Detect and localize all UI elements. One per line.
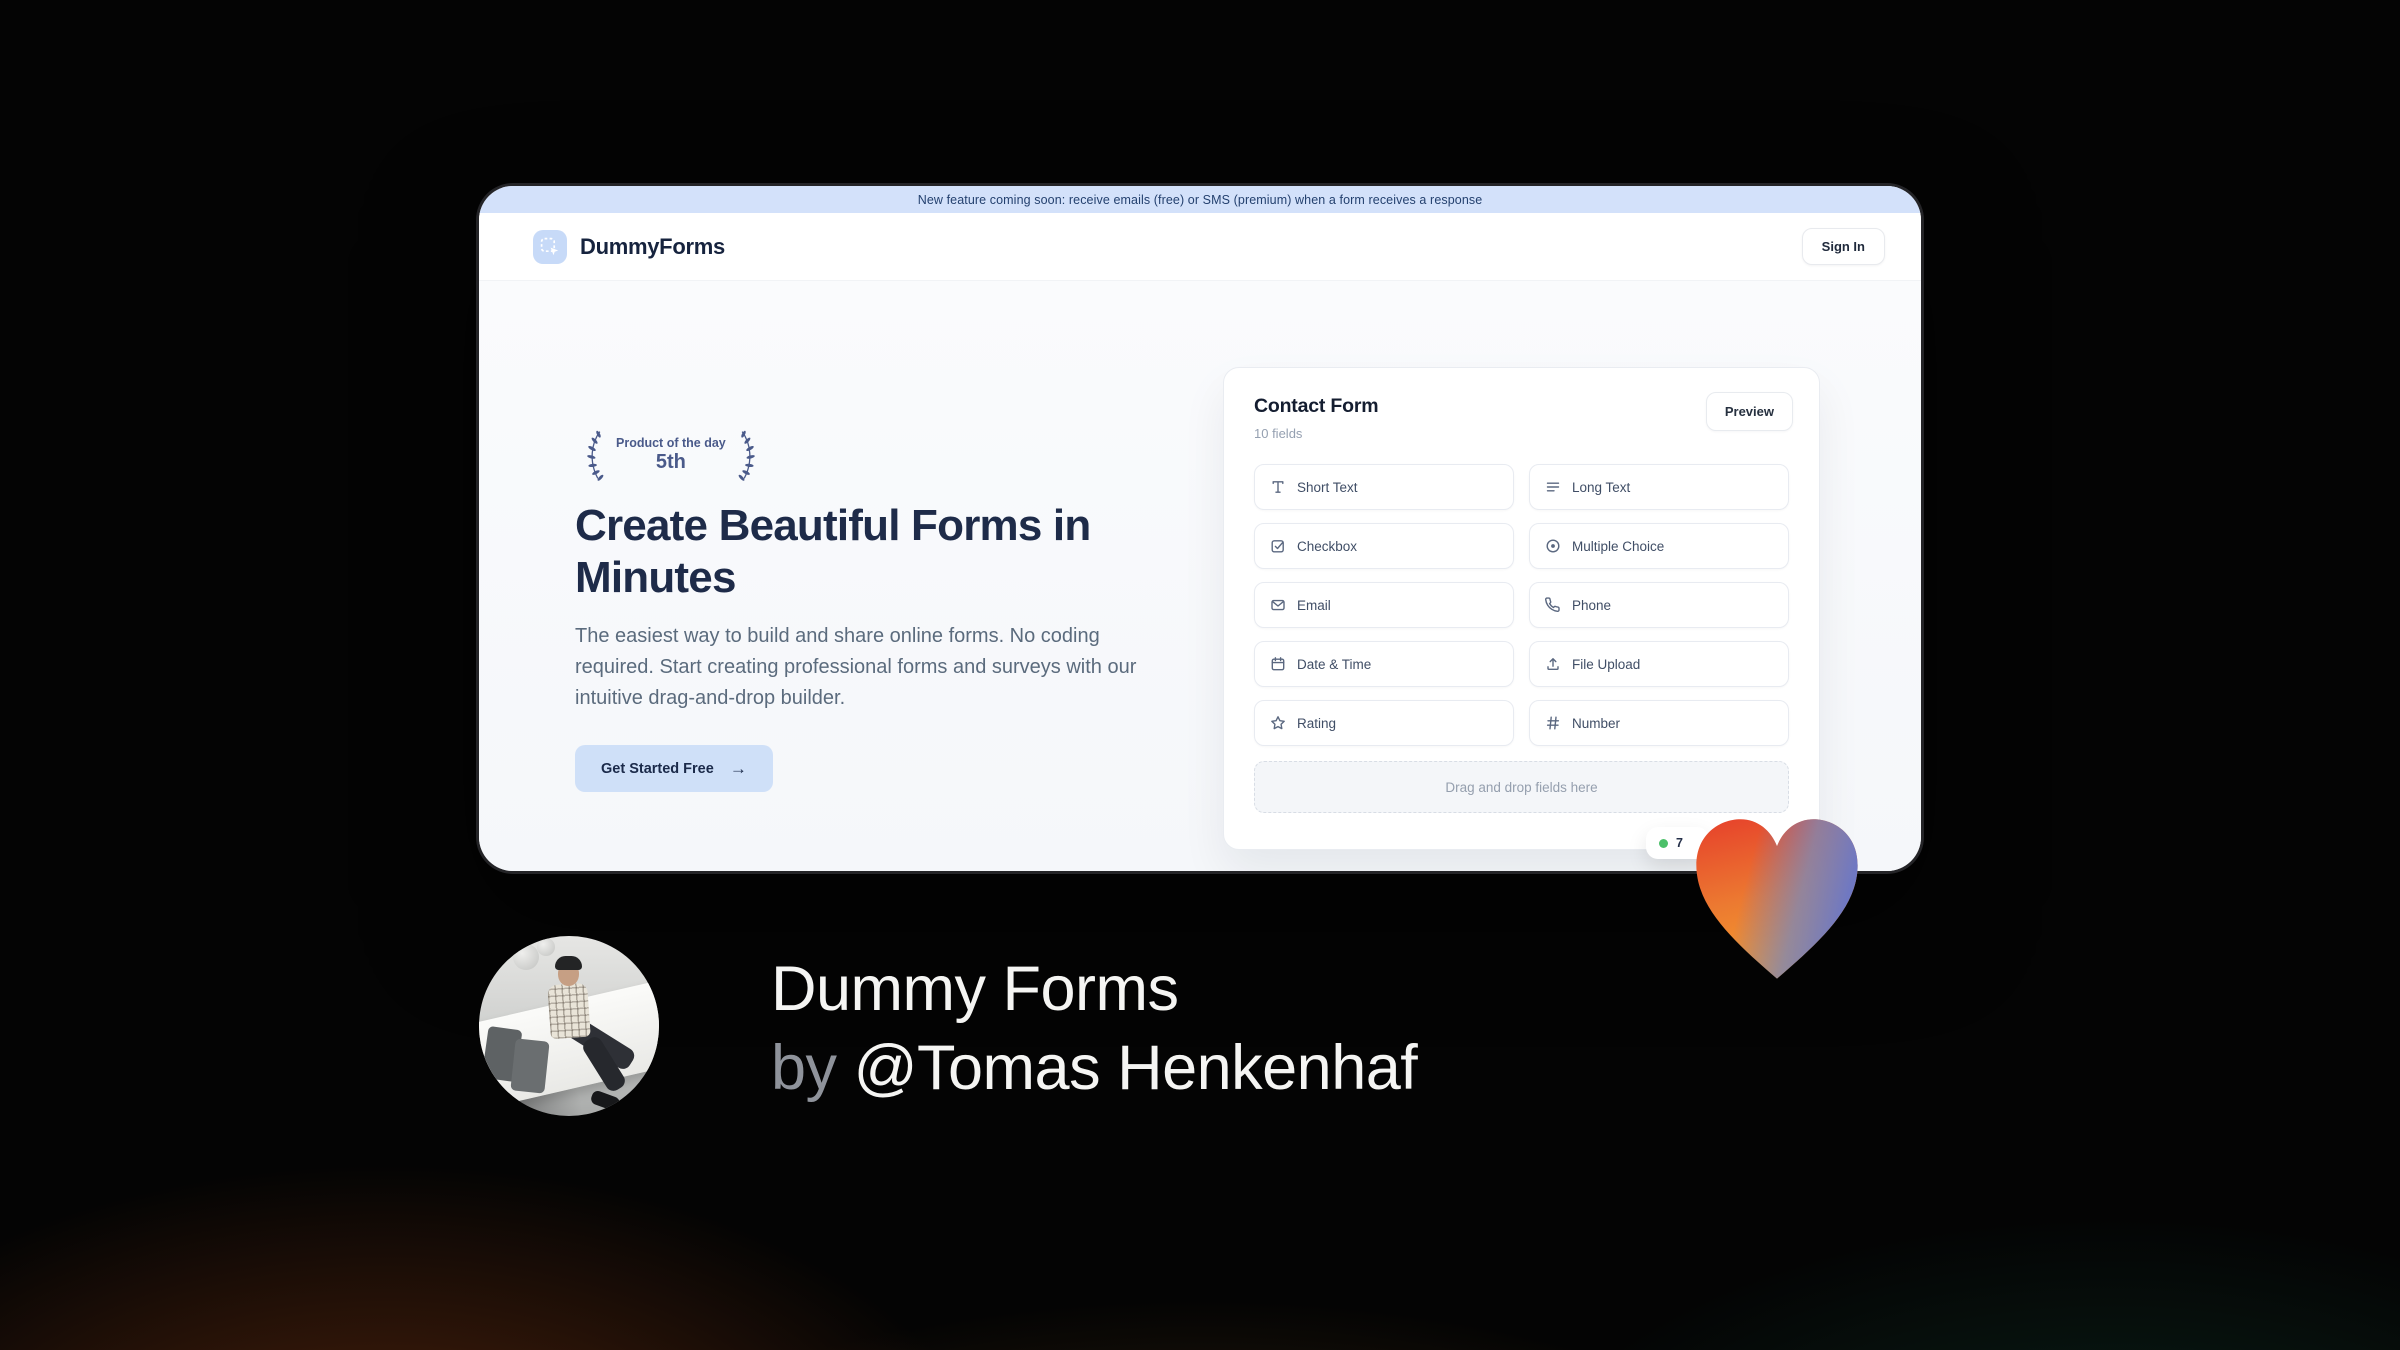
phone-icon <box>1545 597 1561 613</box>
field-type-label: Checkbox <box>1297 538 1358 554</box>
field-type-long-text[interactable]: Long Text <box>1529 464 1789 510</box>
calendar-icon <box>1270 656 1286 672</box>
byline-prefix: by <box>771 1033 837 1103</box>
field-type-multiple-choice[interactable]: Multiple Choice <box>1529 523 1789 569</box>
arrow-right-icon: → <box>729 759 747 778</box>
sign-in-button[interactable]: Sign In <box>1801 228 1885 265</box>
upload-icon <box>1545 656 1561 672</box>
browser-window: New feature coming soon: receive emails … <box>479 186 1921 871</box>
caption-byline: by @Tomas Henkenhaf <box>771 1029 1418 1108</box>
text-icon <box>1270 479 1286 495</box>
announcement-banner: New feature coming soon: receive emails … <box>479 186 1921 213</box>
award-text: Product of the day 5th <box>616 436 726 474</box>
field-type-label: Email <box>1297 597 1331 613</box>
award-line2: 5th <box>655 451 686 473</box>
form-builder-card: Contact Form 10 fields Preview Short Tex… <box>1223 367 1820 850</box>
hero-section: Product of the day 5th Create Beautiful … <box>575 429 1165 792</box>
preview-button[interactable]: Preview <box>1705 392 1793 431</box>
field-type-label: Multiple Choice <box>1572 538 1665 554</box>
author-handle: @Tomas Henkenhaf <box>853 1033 1418 1103</box>
get-started-label: Get Started Free <box>601 760 714 777</box>
field-type-email[interactable]: Email <box>1254 582 1514 628</box>
field-type-rating[interactable]: Rating <box>1254 700 1514 746</box>
drag-drop-zone[interactable]: Drag and drop fields here <box>1254 761 1789 813</box>
hash-icon <box>1545 715 1561 731</box>
upvote-heart-icon <box>1696 819 1858 979</box>
laurel-right-icon <box>738 430 755 481</box>
author-avatar <box>479 936 659 1116</box>
field-type-short-text[interactable]: Short Text <box>1254 464 1514 510</box>
caption-block: Dummy Forms by @Tomas Henkenhaf <box>771 950 1418 1108</box>
site-header: DummyForms Sign In <box>479 213 1921 281</box>
status-dot-icon <box>1659 838 1668 848</box>
field-type-grid: Short Text Long Text Checkbox Multiple C… <box>1254 464 1789 746</box>
field-type-file-upload[interactable]: File Upload <box>1529 641 1789 687</box>
radio-icon <box>1545 538 1561 554</box>
field-type-label: Rating <box>1297 715 1337 731</box>
page-title: Create Beautiful Forms in Minutes <box>575 501 1091 602</box>
field-type-label: Phone <box>1572 597 1612 613</box>
dashed-selection-cursor-icon <box>540 237 559 255</box>
checkbox-icon <box>1270 538 1286 554</box>
field-type-date-time[interactable]: Date & Time <box>1254 641 1514 687</box>
field-type-label: Number <box>1572 715 1621 731</box>
field-type-phone[interactable]: Phone <box>1529 582 1789 628</box>
award-line1: Product of the day <box>616 436 726 450</box>
hero-description: The easiest way to build and share onlin… <box>575 625 1137 709</box>
product-of-the-day-badge: Product of the day 5th <box>577 429 765 481</box>
field-type-label: Date & Time <box>1297 656 1372 672</box>
drop-zone-text: Drag and drop fields here <box>1445 779 1598 795</box>
field-type-label: File Upload <box>1572 656 1641 672</box>
field-type-label: Long Text <box>1572 479 1631 495</box>
align-lines-icon <box>1545 479 1561 495</box>
promo-canvas: New feature coming soon: receive emails … <box>0 0 2400 1350</box>
announcement-text: New feature coming soon: receive emails … <box>917 192 1483 207</box>
caption-title: Dummy Forms <box>771 954 1179 1024</box>
landing-page: Product of the day 5th Create Beautiful … <box>479 281 1921 871</box>
field-type-checkbox[interactable]: Checkbox <box>1254 523 1514 569</box>
brand-name: DummyForms <box>580 233 725 259</box>
laurel-left-icon <box>587 430 604 481</box>
field-type-label: Short Text <box>1297 479 1358 495</box>
get-started-button[interactable]: Get Started Free → <box>575 745 773 792</box>
envelope-icon <box>1270 597 1286 613</box>
field-type-number[interactable]: Number <box>1529 700 1789 746</box>
star-icon <box>1270 715 1286 731</box>
brand-logo[interactable] <box>533 229 567 264</box>
